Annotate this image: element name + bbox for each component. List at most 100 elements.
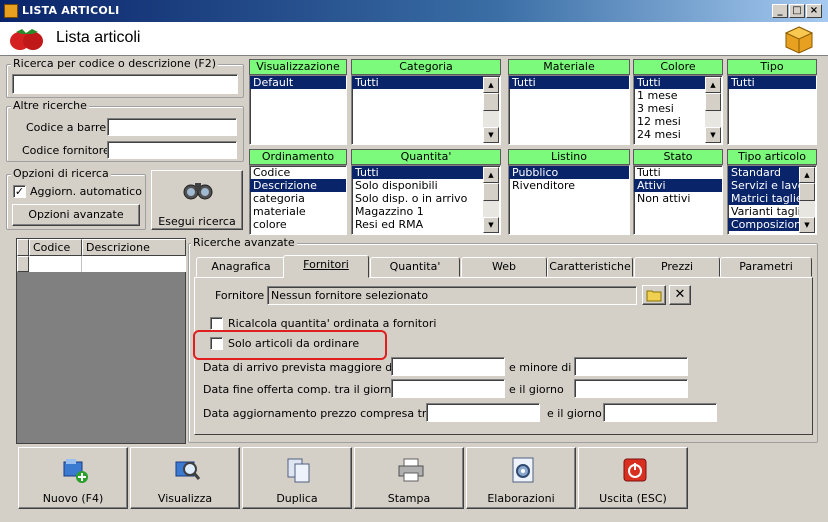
tab-web[interactable]: Web xyxy=(461,257,547,277)
clear-supplier-button[interactable]: ✕ xyxy=(669,285,691,305)
filter-option[interactable]: Pubblico xyxy=(509,166,629,179)
filter-option[interactable]: Rivenditore xyxy=(509,179,629,192)
filter-option[interactable]: Solo disponibili xyxy=(352,179,483,192)
maximize-button[interactable]: □ xyxy=(789,4,805,18)
only-to-order-checkbox[interactable] xyxy=(210,337,223,350)
grid-cell[interactable] xyxy=(29,256,82,272)
filter-list[interactable]: Tutti xyxy=(727,75,817,145)
close-button[interactable]: × xyxy=(806,4,822,18)
filter-option[interactable]: Tutti xyxy=(352,76,483,89)
filter-option[interactable]: Tutti xyxy=(634,166,722,179)
tab-prezzi[interactable]: Prezzi xyxy=(634,257,720,277)
filter-option[interactable]: 24 mesi xyxy=(634,128,705,141)
barcode-input[interactable] xyxy=(107,118,237,136)
scrollbar[interactable]: ▲ ▼ xyxy=(483,77,499,143)
page-title: Lista articoli xyxy=(56,29,141,46)
new-button[interactable]: Nuovo (F4) xyxy=(18,447,128,509)
filter-option[interactable]: Tutti xyxy=(634,76,705,89)
filter-list[interactable]: Codice Descrizione categoria materiale color… xyxy=(249,165,347,235)
tab-fornitori[interactable]: Fornitori xyxy=(283,255,369,278)
filter-list[interactable]: Pubblico Rivenditore xyxy=(508,165,630,235)
processing-button[interactable]: Elaborazioni xyxy=(466,447,576,509)
filter-option[interactable]: Attivi xyxy=(634,179,722,192)
scroll-thumb[interactable] xyxy=(483,93,499,111)
scrollbar[interactable]: ▲ ▼ xyxy=(799,167,815,233)
scroll-down-icon[interactable]: ▼ xyxy=(483,127,499,143)
auto-update-checkbox[interactable]: ✓ xyxy=(13,185,26,198)
filter-list[interactable]: Default xyxy=(249,75,347,145)
tab-anagrafica[interactable]: Anagrafica xyxy=(196,257,286,277)
results-grid[interactable]: Codice Descrizione xyxy=(16,238,186,444)
grid-header-code[interactable]: Codice xyxy=(29,239,82,256)
exit-button[interactable]: Uscita (ESC) xyxy=(578,447,688,509)
filter-header: Stato xyxy=(633,149,723,165)
tab-quantita[interactable]: Quantita' xyxy=(370,257,460,277)
binoculars-icon xyxy=(183,183,213,200)
print-button[interactable]: Stampa xyxy=(354,447,464,509)
search-button[interactable]: Esegui ricerca xyxy=(151,170,243,230)
filter-option[interactable]: Servizi e lavora xyxy=(728,179,799,192)
scrollbar[interactable]: ▲ ▼ xyxy=(705,77,721,143)
search-group-label: Ricerca per codice o descrizione (F2) xyxy=(11,57,219,70)
filter-option[interactable]: Descrizione xyxy=(250,179,346,192)
tab-parametri[interactable]: Parametri xyxy=(720,257,812,277)
filter-option[interactable]: Resi ed RMA xyxy=(352,218,483,231)
grid-header-description[interactable]: Descrizione xyxy=(82,239,186,256)
filter-option[interactable]: Matrici taglie xyxy=(728,192,799,205)
package-icon xyxy=(784,26,814,54)
scroll-thumb[interactable] xyxy=(483,183,499,201)
filter-option[interactable]: Varianti taglie xyxy=(728,205,799,218)
filter-list[interactable]: Tutti ▲ ▼ xyxy=(351,75,501,145)
filter-list[interactable]: Tutti 1 mese 3 mesi 12 mesi 24 mesi ▲ ▼ xyxy=(633,75,723,145)
filter-list[interactable]: Tutti Solo disponibili Solo disp. o in arr… xyxy=(351,165,501,235)
filter-option[interactable]: 3 mesi xyxy=(634,102,705,115)
filter-option[interactable]: 12 mesi xyxy=(634,115,705,128)
scroll-down-icon[interactable]: ▼ xyxy=(705,127,721,143)
filter-option[interactable]: Magazzino 1 xyxy=(352,205,483,218)
filter-option[interactable]: Solo disp. o in arrivo xyxy=(352,192,483,205)
tab-caratteristiche[interactable]: Caratteristiche xyxy=(547,257,633,277)
offer-from-input[interactable] xyxy=(391,379,505,398)
filter-option[interactable]: Codice xyxy=(250,166,346,179)
scroll-up-icon[interactable]: ▲ xyxy=(705,77,721,93)
filter-option[interactable]: Standard xyxy=(728,166,799,179)
filter-option[interactable]: Tutti xyxy=(728,76,816,89)
open-supplier-button[interactable] xyxy=(642,285,666,305)
supplier-code-input[interactable] xyxy=(107,141,237,159)
scroll-down-icon[interactable]: ▼ xyxy=(483,217,499,233)
offer-label: Data fine offerta comp. tra il giorno xyxy=(203,383,399,396)
filter-option[interactable]: Default xyxy=(250,76,346,89)
grid-cell[interactable] xyxy=(82,256,186,272)
duplicate-button[interactable]: Duplica xyxy=(242,447,352,509)
filter-option[interactable]: Tutti xyxy=(509,76,629,89)
filter-option[interactable]: categoria xyxy=(250,192,346,205)
search-input[interactable] xyxy=(12,74,238,94)
gear-icon xyxy=(512,457,534,483)
filter-option[interactable]: Non attivi xyxy=(634,192,722,205)
filter-header: Tipo xyxy=(727,59,817,75)
arrival-from-input[interactable] xyxy=(391,357,505,376)
advanced-options-button[interactable]: Opzioni avanzate xyxy=(12,204,140,226)
recalc-checkbox[interactable] xyxy=(210,317,223,330)
view-button[interactable]: Visualizza xyxy=(130,447,240,509)
scrollbar[interactable]: ▲ ▼ xyxy=(483,167,499,233)
filter-option[interactable]: materiale xyxy=(250,205,346,218)
scroll-down-icon[interactable]: ▼ xyxy=(799,217,815,233)
filter-list[interactable]: Tutti xyxy=(508,75,630,145)
filter-list[interactable]: StandardServizi e lavoraMatrici taglieVa… xyxy=(727,165,817,235)
price-update-from-input[interactable] xyxy=(426,403,540,422)
arrival-to-input[interactable] xyxy=(574,357,688,376)
minimize-button[interactable]: _ xyxy=(772,4,788,18)
scroll-up-icon[interactable]: ▲ xyxy=(799,167,815,183)
scroll-up-icon[interactable]: ▲ xyxy=(483,167,499,183)
filter-option[interactable]: colore xyxy=(250,218,346,231)
scroll-thumb[interactable] xyxy=(705,93,721,111)
filter-option[interactable]: Composizioni xyxy=(728,218,799,231)
filter-option[interactable]: 1 mese xyxy=(634,89,705,102)
filter-option[interactable]: Tutti xyxy=(352,166,483,179)
filter-list[interactable]: Tutti Attivi Non attivi xyxy=(633,165,723,235)
scroll-up-icon[interactable]: ▲ xyxy=(483,77,499,93)
scroll-thumb[interactable] xyxy=(799,183,815,201)
price-update-to-input[interactable] xyxy=(603,403,717,422)
offer-to-input[interactable] xyxy=(574,379,688,398)
